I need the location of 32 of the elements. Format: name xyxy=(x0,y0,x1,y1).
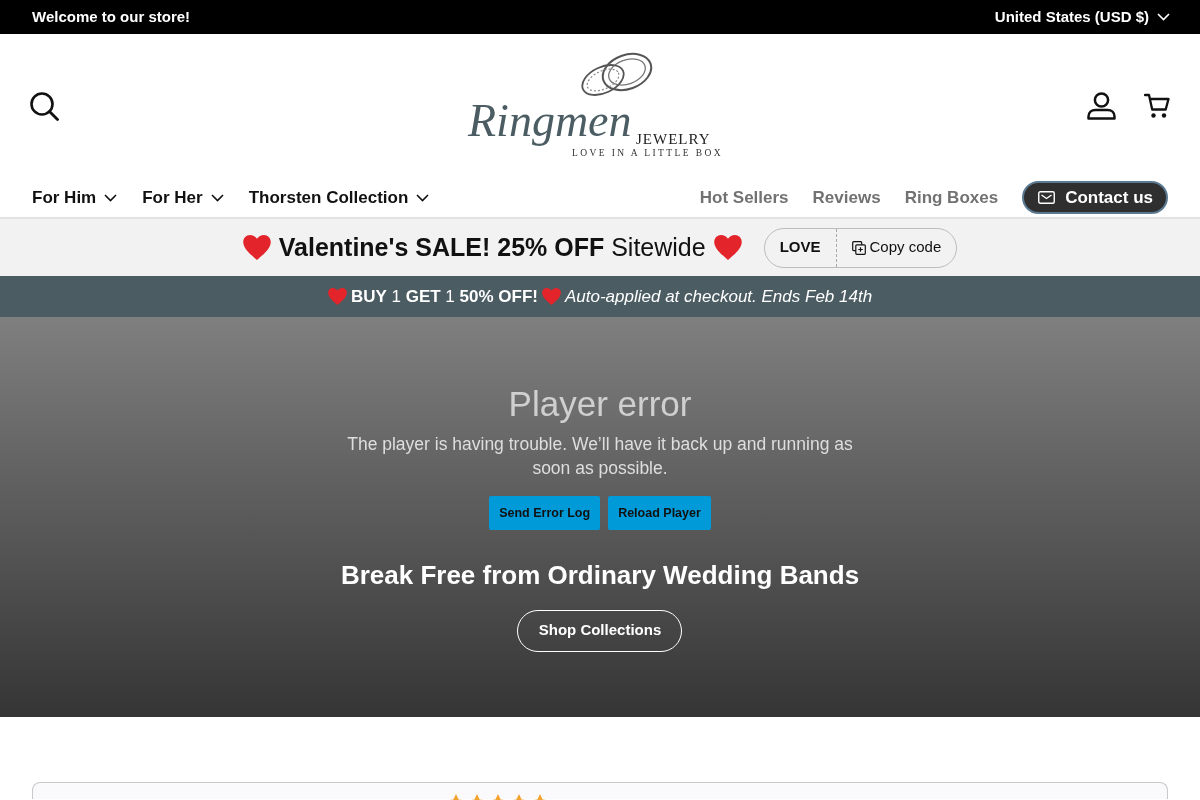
offer-text: BUY 1 GET 1 50% OFF! xyxy=(350,285,538,308)
logo-script-text: Ringmen xyxy=(468,96,632,147)
search-icon[interactable] xyxy=(30,91,59,121)
account-icon[interactable] xyxy=(1087,92,1116,120)
nav-link[interactable]: Ring Boxes xyxy=(904,184,999,211)
heart-icon xyxy=(327,288,347,305)
nav-link[interactable]: Thorsten Collection xyxy=(248,184,430,211)
player-error-message: The player is having trouble. We’ll have it back up and running as soon as possible. xyxy=(346,433,854,481)
copy-icon xyxy=(851,240,866,255)
heart-icon xyxy=(713,235,742,260)
nav-link[interactable]: For Her xyxy=(142,184,224,211)
logo-subtitle: JEWELRY xyxy=(636,132,711,147)
coupon-code: LOVE xyxy=(778,237,822,258)
player-action-button[interactable]: Reload Player xyxy=(608,496,711,531)
logo-tagline: LOVE IN A LITTLE BOX xyxy=(572,149,723,159)
player-error-title: Player error xyxy=(508,383,692,426)
copy-code-button[interactable]: Copy code xyxy=(835,228,957,267)
mail-icon xyxy=(1038,191,1056,204)
currency-selector[interactable]: United States (USD $) xyxy=(994,5,1170,29)
welcome-text: Welcome to our store! xyxy=(32,6,191,27)
nav-link[interactable]: For Him xyxy=(32,184,118,211)
nav-link[interactable]: Hot Sellers xyxy=(699,184,789,211)
player-action-button[interactable]: Send Error Log xyxy=(489,496,601,531)
promo-text: Valentine's SALE! 25% OFF Sitewide xyxy=(278,231,706,263)
cart-icon[interactable] xyxy=(1144,93,1170,119)
contact-button[interactable]: Contact us xyxy=(1022,180,1168,215)
offer-note: Auto-applied at checkout. Ends Feb 14th xyxy=(564,285,873,308)
hero-heading: Break Free from Ordinary Wedding Bands xyxy=(340,560,860,592)
heart-icon xyxy=(242,235,271,260)
caret-icon xyxy=(1157,13,1170,21)
heart-icon xyxy=(541,288,561,305)
nav-link[interactable]: Reviews xyxy=(812,184,881,211)
